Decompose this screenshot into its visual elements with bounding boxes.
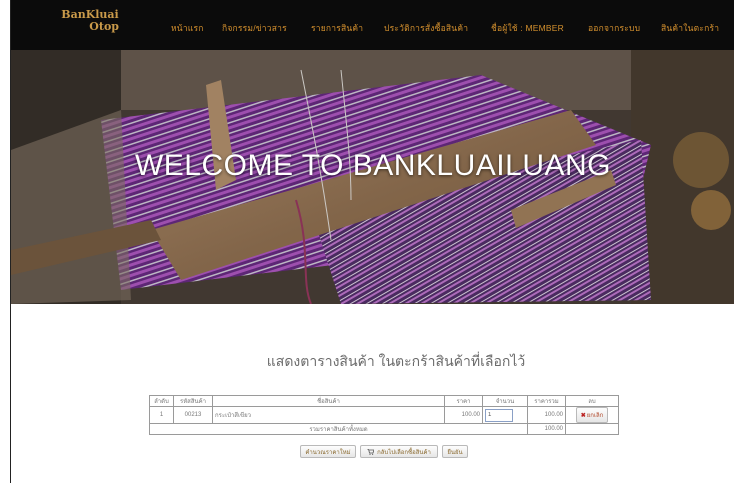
continue-shopping-button[interactable]: กลับไปเลือกซื้อสินค้า: [360, 445, 438, 458]
quantity-input[interactable]: [485, 408, 513, 422]
brand-logo[interactable]: BanKluai Otop: [55, 9, 125, 33]
nav-activities[interactable]: กิจกรรม/ข่าวสาร: [222, 21, 287, 35]
confirm-label: ยืนยัน: [447, 449, 463, 456]
navbar: BanKluai Otop หน้าแรก กิจกรรม/ข่าวสาร รา…: [11, 0, 734, 50]
col-code: รหัสสินค้า: [173, 395, 213, 407]
row-delete-cell: ✖ยกเลิก: [565, 406, 619, 424]
page: BanKluai Otop หน้าแรก กิจกรรม/ข่าวสาร รา…: [10, 0, 734, 483]
summary-row: รวมราคาสินค้าทั้งหมด 100.00: [149, 423, 619, 435]
col-no: ลำดับ: [149, 395, 174, 407]
brand-line2: Otop: [89, 20, 119, 33]
summary-label: รวมราคาสินค้าทั้งหมด: [149, 423, 528, 435]
nav-user[interactable]: ชื่อผู้ใช้ : MEMBER: [491, 21, 564, 35]
continue-shopping-label: กลับไปเลือกซื้อสินค้า: [377, 449, 431, 456]
hero-title: WELCOME TO BANKLUAILUANG: [134, 149, 611, 182]
table-row: 1 00213 กระเป๋าสีเขียว 100.00 100.00 ✖ยก…: [149, 406, 619, 424]
nav-logout[interactable]: ออกจากระบบ: [588, 21, 640, 35]
col-qty: จำนวน: [482, 395, 528, 407]
cart-heading: แสดงตารางสินค้า ในตะกร้าสินค้าที่เลือกไว…: [266, 353, 526, 369]
row-price: 100.00: [444, 406, 483, 424]
nav-cart[interactable]: สินค้าในตะกร้า: [661, 21, 719, 35]
row-total: 100.00: [527, 406, 566, 424]
confirm-button[interactable]: ยืนยัน: [442, 445, 468, 458]
delete-button[interactable]: ✖ยกเลิก: [575, 407, 609, 423]
nav-products[interactable]: รายการสินค้า: [311, 21, 363, 35]
cart-table: ลำดับ รหัสสินค้า ชื่อสินค้า ราคา จำนวน ร…: [149, 395, 619, 435]
row-code: 00213: [173, 406, 213, 424]
col-total: ราคารวม: [527, 395, 566, 407]
close-icon: ✖: [580, 413, 586, 419]
nav-order-history[interactable]: ประวัติการสั่งซื้อสินค้า: [384, 21, 468, 35]
row-qty-cell: [482, 406, 528, 424]
nav-home[interactable]: หน้าแรก: [171, 21, 204, 35]
hero-banner: WELCOME TO BANKLUAILUANG: [11, 50, 734, 304]
cart-actions: คำนวณราคาใหม่ กลับไปเลือกซื้อสินค้า ยืนย…: [11, 445, 734, 459]
col-delete: ลบ: [565, 395, 619, 407]
col-price: ราคา: [444, 395, 483, 407]
col-name: ชื่อสินค้า: [212, 395, 445, 407]
row-no: 1: [149, 406, 174, 424]
recalculate-button[interactable]: คำนวณราคาใหม่: [300, 445, 356, 458]
cart-icon: [367, 448, 375, 455]
summary-empty: [565, 423, 619, 435]
table-header-row: ลำดับ รหัสสินค้า ชื่อสินค้า ราคา จำนวน ร…: [149, 395, 619, 407]
summary-value: 100.00: [527, 423, 566, 435]
recalculate-label: คำนวณราคาใหม่: [305, 449, 351, 456]
delete-label: ยกเลิก: [586, 413, 604, 419]
row-name: กระเป๋าสีเขียว: [212, 406, 445, 424]
